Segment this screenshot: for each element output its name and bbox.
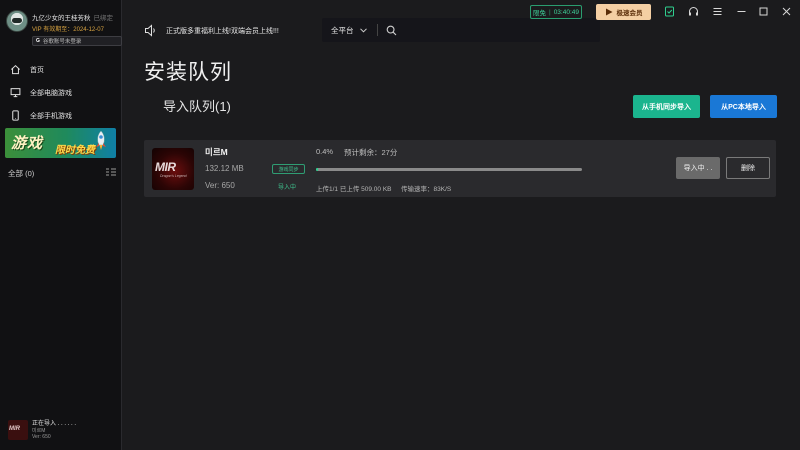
platform-label: 全平台: [331, 25, 354, 35]
queue-item: MIR Dragon's Legend 미르M 132.12 MB Ver: 6…: [144, 140, 776, 197]
game-icon-logo: MIR: [155, 160, 176, 174]
progress-fill: [316, 168, 318, 171]
page-title: 安装队列: [144, 61, 232, 84]
avatar[interactable]: [6, 10, 28, 32]
sidebar-item-label: 全部手机游戏: [30, 112, 72, 120]
sidebar-nav: 首页 全部电脑游戏 全部手机游戏: [0, 58, 122, 127]
announcement-text[interactable]: 正式版多重福利上线!双端会员上线!!!: [166, 26, 279, 36]
progress-remaining: 预计剩余：27分: [344, 148, 398, 157]
sidebar-item-label: 全部电脑游戏: [30, 89, 72, 97]
google-login-button[interactable]: G 谷歌账号未登录: [32, 36, 122, 46]
user-profile[interactable]: 九亿少女的王桂芳秋 已绑定 VIP 有效期至：2024-12-07 G 谷歌账号未…: [6, 8, 122, 50]
queue-title: 导入队列(1): [163, 99, 231, 114]
importing-button[interactable]: 导入中 . .: [676, 157, 720, 179]
status-game-version: Ver: 650: [32, 434, 51, 440]
minimize-icon[interactable]: [736, 6, 747, 17]
sidebar-item-label: 首页: [30, 66, 44, 74]
progress-bar: [316, 168, 582, 171]
search-icon[interactable]: [386, 25, 397, 36]
menu-icon[interactable]: [712, 6, 723, 17]
game-version: Ver: 650: [205, 181, 235, 190]
game-icon: MIR Dragon's Legend: [152, 148, 194, 190]
close-icon[interactable]: [781, 6, 792, 17]
status-thumb-logo: MIR: [9, 426, 20, 432]
sidebar-item-pc-games[interactable]: 全部电脑游戏: [0, 81, 122, 104]
monitor-icon: [10, 88, 21, 98]
game-icon-subtitle: Dragon's Legend: [160, 174, 187, 178]
status-game-name: 미르M: [32, 428, 46, 434]
progress-percent: 0.4%: [316, 147, 334, 156]
search-divider: [377, 24, 378, 36]
game-name: 미르M: [205, 147, 228, 157]
maximize-icon[interactable]: [758, 6, 769, 17]
free-trial-timer[interactable]: 限免 | 03:40:49: [530, 5, 582, 19]
chevron-down-icon: [359, 27, 367, 33]
vip-expiry: VIP 有效期至：2024-12-07: [32, 27, 104, 33]
bound-status: 已绑定: [93, 15, 114, 22]
promo-title: 游戏: [11, 135, 44, 152]
headset-icon[interactable]: [688, 6, 699, 17]
platform-select[interactable]: 全平台: [322, 25, 377, 36]
username: 九亿少女的王桂芳秋 已绑定: [32, 12, 113, 22]
google-login-label: 谷歌账号未登录: [42, 39, 82, 45]
sync-badge: 游戏同步: [272, 164, 305, 174]
import-from-pc-button[interactable]: 从PC本地导入: [710, 95, 777, 118]
sidebar-item-home[interactable]: 首页: [0, 58, 122, 81]
speaker-icon: [145, 24, 155, 37]
status-title: 正在导入 . . . . . .: [32, 421, 77, 427]
sidebar: 九亿少女的王桂芳秋 已绑定 VIP 有效期至：2024-12-07 G 谷歌账号未…: [0, 0, 122, 450]
phone-icon: [12, 110, 19, 121]
game-size: 132.12 MB: [205, 164, 244, 173]
task-check-icon[interactable]: [664, 6, 675, 17]
current-import-status[interactable]: MIR 正在导入 . . . . . . 미르M Ver: 650: [8, 418, 118, 442]
free-trial-label: 限免: [532, 10, 546, 17]
transfer-speed: 传输速率：83K/S: [401, 186, 452, 193]
import-from-phone-button[interactable]: 从手机同步导入: [633, 95, 700, 118]
delete-button[interactable]: 删除: [726, 157, 770, 179]
search-bar[interactable]: 全平台: [322, 18, 600, 42]
promo-subtitle: 限时免费: [55, 145, 95, 156]
list-view-icon[interactable]: [106, 168, 116, 176]
sidebar-item-mobile-games[interactable]: 全部手机游戏: [0, 104, 122, 127]
username-text: 九亿少女的王桂芳秋: [32, 15, 91, 22]
home-icon: [11, 64, 20, 75]
import-state: 导入中: [278, 185, 297, 191]
status-game-thumbnail: MIR: [8, 420, 28, 440]
google-icon: G: [36, 38, 40, 44]
vip-speed-label: 极速会员: [616, 10, 643, 17]
rocket-icon: [96, 130, 106, 150]
timer-separator: |: [548, 8, 551, 16]
all-games-count[interactable]: 全部 (0): [8, 168, 34, 179]
promo-banner[interactable]: 游戏 限时免费: [5, 128, 116, 158]
free-trial-time: 03:40:49: [553, 8, 579, 16]
upload-info: 上传1/1 已上传 509.00 KB: [316, 186, 392, 193]
play-icon: [605, 8, 612, 16]
vip-speed-button[interactable]: 极速会员: [596, 4, 651, 20]
